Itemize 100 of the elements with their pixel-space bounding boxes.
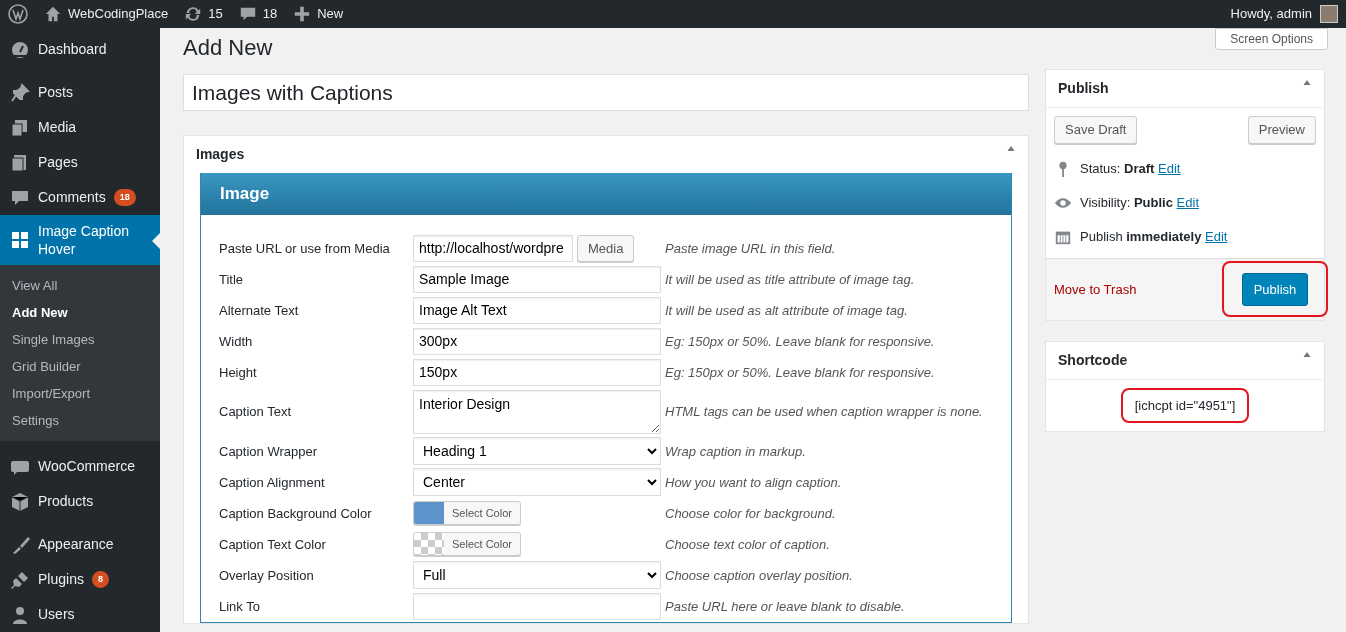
color-picker-button[interactable]: Select Color xyxy=(413,532,521,557)
sidebar-item[interactable]: Posts xyxy=(0,75,160,110)
edit-link[interactable]: Edit xyxy=(1158,161,1181,177)
edit-link[interactable]: Edit xyxy=(1205,229,1228,245)
trash-link[interactable]: Move to Trash xyxy=(1054,279,1137,300)
dropdown-field[interactable]: Center xyxy=(413,468,661,497)
submenu-item[interactable]: Grid Builder xyxy=(0,353,160,380)
top-bar-link[interactable]: 15 xyxy=(184,4,223,24)
field-label: Paste URL or use from Media xyxy=(219,239,391,258)
pushpin-icon xyxy=(10,82,30,103)
text-field[interactable]: Sample Image xyxy=(413,265,661,293)
media-button[interactable]: Media xyxy=(577,234,635,263)
box-title: Publish xyxy=(1058,79,1109,99)
text-field[interactable]: Image Alt Text xyxy=(413,296,661,324)
publish-status-text: Status: Draft Edit xyxy=(1080,160,1181,179)
sidebar-label: WooCommerce xyxy=(38,457,135,476)
submenu-item[interactable]: View All xyxy=(0,272,160,299)
field-hint: Wrap caption in markup. xyxy=(665,442,807,461)
box-title: Shortcode xyxy=(1058,350,1128,370)
field-hint: It will be used as title attribute of image tag. xyxy=(665,270,916,289)
dropdown-field[interactable]: Heading 1 xyxy=(413,437,661,466)
sidebar-item[interactable]: Media xyxy=(0,110,160,145)
field-label: Caption Text xyxy=(219,403,293,422)
publish-button[interactable]: Publish xyxy=(1241,272,1309,307)
count-badge: 8 xyxy=(91,570,109,589)
field-label: Overlay Position xyxy=(219,566,315,585)
sidebar-label: Appearance xyxy=(38,535,114,554)
caption-textarea[interactable]: Interior Design xyxy=(413,389,661,434)
text-field[interactable] xyxy=(413,592,661,620)
field-label: Title xyxy=(219,270,245,289)
sidebar-item[interactable]: Pages xyxy=(0,145,160,180)
field-hint: How you want to align caption. xyxy=(665,473,843,492)
top-bar-link[interactable]: New xyxy=(293,4,344,24)
text-field[interactable]: 150px xyxy=(413,358,661,386)
color-picker-button[interactable]: Select Color xyxy=(413,501,521,526)
refresh-icon xyxy=(184,5,203,23)
sidebar-label: Media xyxy=(38,118,77,137)
count-badge: 18 xyxy=(113,188,136,207)
sidebar-item[interactable]: Products xyxy=(0,484,160,519)
publish-status-text: Visibility: Public Edit xyxy=(1080,194,1199,213)
top-bar-link[interactable]: 18 xyxy=(238,4,278,24)
field-hint: Choose caption overlay position. xyxy=(665,566,854,585)
dropdown-field[interactable]: Full xyxy=(413,561,661,590)
field-label: Caption Text Color xyxy=(219,535,327,554)
sidebar-label: Posts xyxy=(38,83,73,102)
color-swatch xyxy=(414,533,444,556)
gauge-icon xyxy=(10,39,30,60)
field-label: Height xyxy=(219,363,258,382)
sidebar-label: Plugins xyxy=(38,570,84,589)
sidebar-item[interactable]: Users xyxy=(0,597,160,632)
field-label: Caption Background Color xyxy=(219,504,373,523)
field-hint: It will be used as alt attribute of image tag. xyxy=(665,301,909,320)
preview-button[interactable]: Preview xyxy=(1247,116,1316,144)
home-icon xyxy=(44,5,62,23)
url-field[interactable]: http://localhost/wordpre xyxy=(413,234,573,262)
sidebar-label: Image Caption Hover xyxy=(38,222,131,258)
field-label: Link To xyxy=(219,597,261,616)
sidebar-label: Users xyxy=(38,605,75,624)
sidebar-item[interactable]: Appearance xyxy=(0,527,160,562)
submenu-item[interactable]: Single Images xyxy=(0,326,160,353)
top-bar-link[interactable]: WebCodingPlace xyxy=(44,4,169,24)
field-label: Alternate Text xyxy=(219,301,300,320)
field-hint: Eg: 150px or 50%. Leave blank for responsive. xyxy=(665,332,936,351)
save-draft-button[interactable]: Save Draft xyxy=(1054,116,1138,144)
field-hint: Choose color for background. xyxy=(665,504,837,523)
sidebar-label: Pages xyxy=(38,153,78,172)
submenu-item[interactable]: Add New xyxy=(0,299,160,326)
sidebar-label: Products xyxy=(38,492,94,511)
field-label: Width xyxy=(219,332,254,351)
panel-header: Image xyxy=(201,173,1011,215)
submenu-item[interactable]: Settings xyxy=(0,407,160,434)
plus-icon xyxy=(293,5,312,23)
sidebar-label: Dashboard xyxy=(38,40,107,59)
field-label: Caption Wrapper xyxy=(219,442,319,461)
sidebar-item[interactable]: Dashboard xyxy=(0,32,160,67)
greeting-link[interactable]: Howdy, admin xyxy=(1230,4,1312,24)
sidebar-item[interactable]: Plugins 8 xyxy=(0,562,160,597)
wordpress-logo-icon[interactable] xyxy=(8,4,28,24)
publish-status-text: Publish immediately Edit xyxy=(1080,228,1228,247)
submenu-item[interactable]: Import/Export xyxy=(0,380,160,407)
sidebar-item[interactable]: Comments 18 xyxy=(0,180,160,215)
media-icon xyxy=(10,117,30,138)
avatar-placeholder xyxy=(1320,5,1338,23)
shortcode-text: [ichcpt id="4951"] xyxy=(1120,387,1250,424)
field-hint: Paste image URL in this field. xyxy=(665,239,837,258)
box-icon xyxy=(10,491,30,512)
grid-icon xyxy=(10,230,30,250)
edit-link[interactable]: Edit xyxy=(1176,195,1199,211)
sidebar-item[interactable]: WooCommerce xyxy=(0,449,160,484)
field-label: Caption Alignment xyxy=(219,473,326,492)
screen-options-button[interactable]: Screen Options xyxy=(1215,28,1328,50)
text-field[interactable]: 300px xyxy=(413,327,661,355)
sidebar-label: Comments xyxy=(38,188,106,207)
page-title: Add New xyxy=(183,34,273,62)
field-hint: HTML tags can be used when caption wrapper is none. xyxy=(665,403,984,422)
field-hint: Choose text color of caption. xyxy=(665,535,831,554)
field-hint: Paste URL here or leave blank to disable. xyxy=(665,597,906,616)
sidebar-item[interactable]: Image Caption Hover xyxy=(0,215,160,265)
plug-icon xyxy=(10,569,30,590)
title-field[interactable]: Images with Captions xyxy=(183,74,1029,112)
